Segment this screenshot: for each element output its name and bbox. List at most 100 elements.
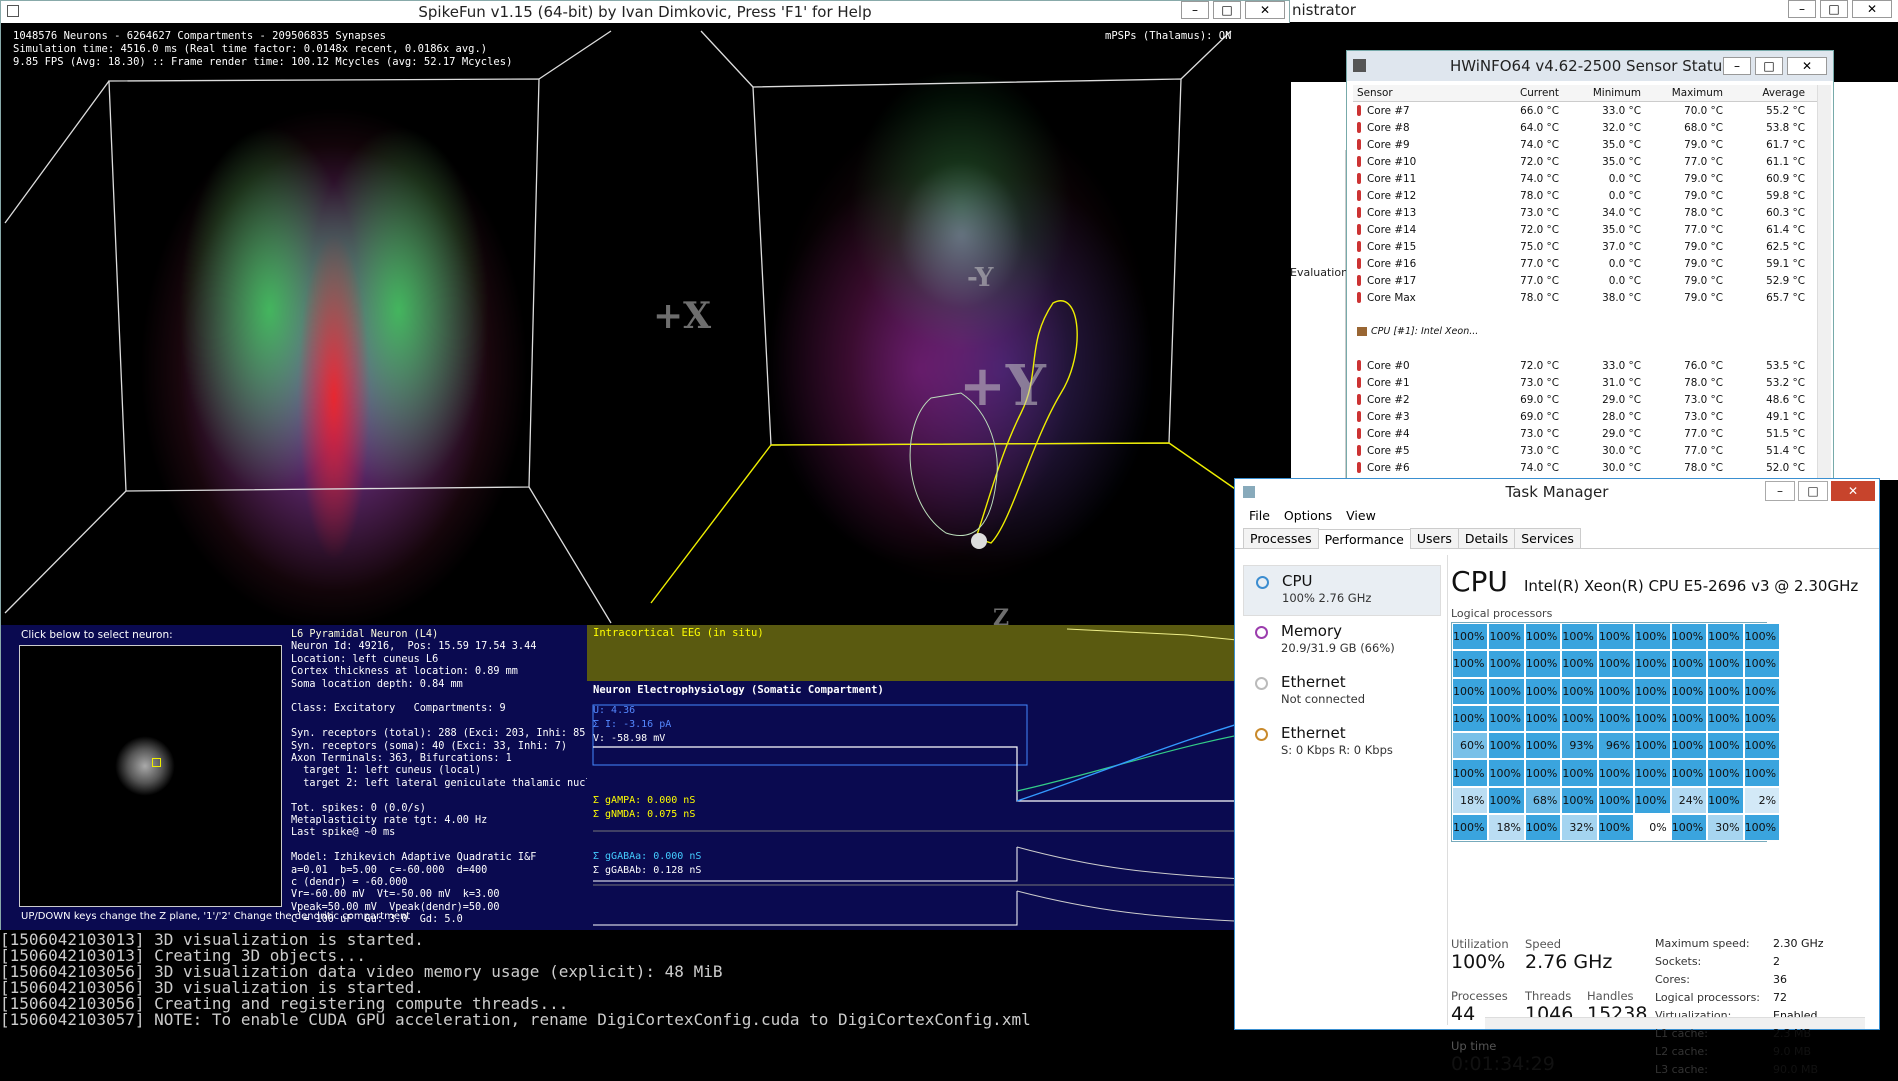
sensor-row[interactable]: Core #1 73.0 °C 31.0 °C 78.0 °C 53.2 °C — [1353, 374, 1821, 391]
cpu-title: CPU — [1451, 565, 1508, 598]
sensor-group-row[interactable]: CPU [#1]: Intel Xeon... — [1353, 323, 1821, 340]
sensor-name: Core #7 — [1367, 104, 1410, 117]
speed-label: Speed — [1525, 937, 1562, 951]
tab-users[interactable]: Users — [1409, 528, 1459, 548]
current-value: 77.0 °C — [1520, 274, 1559, 287]
sensor-row[interactable]: Core #15 75.0 °C 37.0 °C 79.0 °C 62.5 °C — [1353, 238, 1821, 255]
maximum-value: 78.0 °C — [1684, 206, 1723, 219]
average-value: 59.8 °C — [1766, 189, 1805, 202]
sensor-row[interactable]: Core #5 73.0 °C 30.0 °C 77.0 °C 51.4 °C — [1353, 442, 1821, 459]
sensor-row[interactable]: Core #14 72.0 °C 35.0 °C 77.0 °C 61.4 °C — [1353, 221, 1821, 238]
neuron-selector-view[interactable] — [19, 645, 282, 907]
col-maximum[interactable]: Maximum — [1647, 87, 1729, 99]
maximum-value: 73.0 °C — [1684, 393, 1723, 406]
sensor-row[interactable]: Core #17 77.0 °C 0.0 °C 79.0 °C 52.9 °C — [1353, 272, 1821, 289]
sensor-row[interactable]: Core #12 78.0 °C 0.0 °C 79.0 °C 59.8 °C — [1353, 187, 1821, 204]
logical-processor-cell: 100% — [1452, 704, 1489, 733]
task-manager-scrollbar[interactable] — [1485, 1017, 1865, 1029]
logical-processor-grid[interactable]: 100% 100% 100% 100% 100% 100% 100% 100% 100% 100%… — [1451, 622, 1781, 843]
sensor-name: Core #0 — [1367, 359, 1410, 372]
maximize-button[interactable]: □ — [1213, 1, 1241, 19]
resource-item-ethernet[interactable]: Ethernet Not connected — [1243, 667, 1441, 718]
thermometer-icon — [1357, 173, 1361, 184]
sensor-name: Core #14 — [1367, 223, 1417, 236]
average-value: 49.1 °C — [1766, 410, 1805, 423]
resource-item-memory[interactable]: Memory 20.9/31.9 GB (66%) — [1243, 616, 1441, 667]
maximum-value: 77.0 °C — [1684, 155, 1723, 168]
tab-performance[interactable]: Performance — [1317, 529, 1411, 549]
maximum-value: 77.0 °C — [1684, 223, 1723, 236]
spikefun-title: SpikeFun v1.15 (64-bit) by Ivan Dimkovic… — [418, 3, 872, 21]
spec-key: L2 cache: — [1655, 1045, 1708, 1058]
sensor-spacer — [1353, 306, 1821, 323]
sensor-row[interactable]: Core #4 73.0 °C 29.0 °C 77.0 °C 51.5 °C — [1353, 425, 1821, 442]
logical-processor-cell: 100% — [1597, 704, 1635, 733]
close-button[interactable]: ✕ — [1787, 57, 1827, 75]
maximize-button[interactable]: □ — [1798, 481, 1828, 501]
menu-file[interactable]: File — [1249, 508, 1270, 523]
ephys-panel: Neuron Electrophysiology (Somatic Compar… — [587, 681, 1291, 931]
close-button[interactable]: ✕ — [1831, 481, 1875, 501]
minimize-button[interactable]: – — [1181, 1, 1209, 19]
sensor-row[interactable]: Core #10 72.0 °C 35.0 °C 77.0 °C 61.1 °C — [1353, 153, 1821, 170]
menu-view[interactable]: View — [1346, 508, 1376, 523]
3d-viewport[interactable]: +X -Y +Y Z 1048576 Neurons - 6264627 Com… — [1, 23, 1291, 625]
close-button[interactable]: ✕ — [1245, 1, 1285, 19]
average-value: 52.0 °C — [1766, 461, 1805, 474]
current-value: 74.0 °C — [1520, 138, 1559, 151]
logical-processor-cell: 96% — [1597, 732, 1635, 760]
resource-list: CPU 100% 2.76 GHz Memory 20.9/31.9 GB (66%)… — [1243, 565, 1441, 769]
sensor-row[interactable]: Core #16 77.0 °C 0.0 °C 79.0 °C 59.1 °C — [1353, 255, 1821, 272]
sensor-row[interactable]: Core #6 74.0 °C 30.0 °C 78.0 °C 52.0 °C — [1353, 459, 1821, 476]
thermometer-icon — [1357, 394, 1361, 405]
resource-item-cpu[interactable]: CPU 100% 2.76 GHz — [1243, 565, 1441, 616]
close-button[interactable]: ✕ — [1852, 0, 1892, 18]
sensor-row[interactable]: Core #3 69.0 °C 28.0 °C 73.0 °C 49.1 °C — [1353, 408, 1821, 425]
maximize-button[interactable]: □ — [1820, 0, 1848, 18]
hwinfo-scrollbar[interactable] — [1817, 85, 1831, 479]
sensor-row[interactable]: Core #11 74.0 °C 0.0 °C 79.0 °C 60.9 °C — [1353, 170, 1821, 187]
sensor-row[interactable]: Core Max 78.0 °C 38.0 °C 79.0 °C 65.7 °C — [1353, 289, 1821, 306]
console-line: [1506042103057] NOTE: To enable CUDA GPU… — [0, 1010, 1031, 1029]
col-minimum[interactable]: Minimum — [1565, 87, 1647, 99]
sensor-row[interactable]: Core #0 72.0 °C 33.0 °C 76.0 °C 53.5 °C — [1353, 357, 1821, 374]
sensor-row[interactable]: Core #9 74.0 °C 35.0 °C 79.0 °C 61.7 °C — [1353, 136, 1821, 153]
minimize-button[interactable]: – — [1723, 57, 1751, 75]
sensor-group-label: CPU [#1]: Intel Xeon... — [1371, 326, 1479, 337]
plane-edge-2 — [650, 444, 772, 604]
tab-services[interactable]: Services — [1514, 528, 1581, 548]
minimum-value: 30.0 °C — [1602, 461, 1641, 474]
sensor-rows-b: Core #0 72.0 °C 33.0 °C 76.0 °C 53.5 °C Core … — [1353, 357, 1821, 493]
sensor-row[interactable]: Core #8 64.0 °C 32.0 °C 68.0 °C 53.8 °C — [1353, 119, 1821, 136]
average-value: 52.9 °C — [1766, 274, 1805, 287]
sensor-name-cell: Core #14 — [1353, 224, 1483, 236]
col-sensor[interactable]: Sensor — [1353, 87, 1483, 99]
thermometer-icon — [1357, 445, 1361, 456]
sensor-row[interactable]: Core #2 69.0 °C 29.0 °C 73.0 °C 48.6 °C — [1353, 391, 1821, 408]
tab-processes[interactable]: Processes — [1243, 528, 1319, 548]
thermometer-icon — [1357, 122, 1361, 133]
neuron-info-line — [291, 716, 591, 728]
col-average[interactable]: Average — [1729, 87, 1811, 99]
neuron-info-line: Class: Excitatory Compartments: 9 — [291, 703, 506, 715]
minimize-button[interactable]: – — [1765, 481, 1795, 501]
box-left-edge-4 — [528, 486, 612, 624]
logical-processor-cell: 100% — [1597, 786, 1635, 815]
thermometer-icon — [1357, 360, 1361, 371]
maximize-button[interactable]: □ — [1755, 57, 1783, 75]
minimize-button[interactable]: – — [1788, 0, 1816, 18]
average-value: 59.1 °C — [1766, 257, 1805, 270]
tab-details[interactable]: Details — [1457, 528, 1516, 548]
menu-options[interactable]: Options — [1284, 508, 1332, 523]
sensor-row[interactable]: Core #7 66.0 °C 33.0 °C 70.0 °C 55.2 °C — [1353, 102, 1821, 119]
col-current[interactable]: Current — [1483, 87, 1565, 99]
minimum-value: 33.0 °C — [1602, 104, 1641, 117]
average-value: 53.8 °C — [1766, 121, 1805, 134]
uptime-label: Up time — [1451, 1039, 1497, 1053]
resource-item-ethernet[interactable]: Ethernet S: 0 Kbps R: 0 Kbps — [1243, 718, 1441, 769]
maximum-value: 76.0 °C — [1684, 359, 1723, 372]
utilization-label: Utilization — [1451, 937, 1509, 951]
sensor-row[interactable]: Core #13 73.0 °C 34.0 °C 78.0 °C 60.3 °C — [1353, 204, 1821, 221]
sensor-name: Core #13 — [1367, 206, 1417, 219]
sensor-name-cell: Core #16 — [1353, 258, 1483, 270]
